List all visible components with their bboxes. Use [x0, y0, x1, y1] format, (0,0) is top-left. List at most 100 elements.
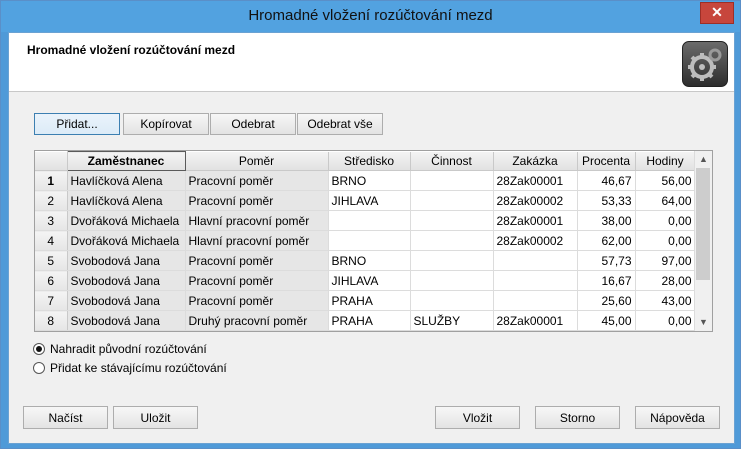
radio-append[interactable] [33, 362, 45, 374]
cell-employee[interactable]: Dvořáková Michaela [67, 210, 186, 231]
cell-employee[interactable]: Havlíčková Alena [67, 190, 186, 211]
row-number[interactable]: 6 [35, 270, 68, 291]
cell-employee[interactable]: Svobodová Jana [67, 290, 186, 311]
cell-order[interactable]: 28Zak00002 [493, 230, 578, 251]
cell-percent[interactable]: 46,67 [577, 170, 636, 191]
option-append[interactable]: Přidat ke stávajícímu rozúčtování [33, 360, 227, 376]
cell-relation[interactable]: Druhý pracovní poměr [185, 310, 329, 331]
cell-activity[interactable] [410, 190, 494, 211]
cell-activity[interactable] [410, 250, 494, 271]
table-row[interactable]: 6 Svobodová Jana Pracovní poměr JIHLAVA 16,6… [35, 270, 696, 291]
cell-employee[interactable]: Svobodová Jana [67, 310, 186, 331]
column-header-relation[interactable]: Poměr [185, 151, 329, 171]
row-number[interactable]: 1 [35, 170, 68, 191]
column-header-hours[interactable]: Hodiny [635, 151, 696, 171]
scroll-down-icon[interactable]: ▼ [695, 314, 712, 331]
cell-hours[interactable]: 0,00 [635, 310, 696, 331]
cell-percent[interactable]: 16,67 [577, 270, 636, 291]
cell-hours[interactable]: 64,00 [635, 190, 696, 211]
copy-button[interactable]: Kopírovat [123, 113, 209, 135]
cell-order[interactable] [493, 290, 578, 311]
cell-activity[interactable] [410, 230, 494, 251]
cell-percent[interactable]: 25,60 [577, 290, 636, 311]
cell-activity[interactable]: SLUŽBY [410, 310, 494, 331]
cell-center[interactable] [328, 210, 411, 231]
cell-hours[interactable]: 28,00 [635, 270, 696, 291]
scrollbar-thumb[interactable] [696, 168, 710, 280]
column-header-activity[interactable]: Činnost [410, 151, 494, 171]
cell-relation[interactable]: Pracovní poměr [185, 170, 329, 191]
row-number[interactable]: 4 [35, 230, 68, 251]
cell-relation[interactable]: Pracovní poměr [185, 270, 329, 291]
cell-percent[interactable]: 57,73 [577, 250, 636, 271]
cell-center[interactable]: PRAHA [328, 290, 411, 311]
scroll-up-icon[interactable]: ▲ [695, 151, 712, 168]
radio-replace[interactable] [33, 343, 45, 355]
close-button[interactable]: ✕ [700, 2, 734, 24]
cell-percent[interactable]: 45,00 [577, 310, 636, 331]
cell-center[interactable]: BRNO [328, 170, 411, 191]
cell-percent[interactable]: 38,00 [577, 210, 636, 231]
cell-center[interactable] [328, 230, 411, 251]
cell-employee[interactable]: Svobodová Jana [67, 270, 186, 291]
table-row[interactable]: 5 Svobodová Jana Pracovní poměr BRNO 57,73 97… [35, 250, 696, 271]
row-number[interactable]: 8 [35, 310, 68, 331]
cell-order[interactable]: 28Zak00001 [493, 170, 578, 191]
cell-relation[interactable]: Pracovní poměr [185, 190, 329, 211]
title-bar[interactable]: Hromadné vložení rozúčtování mezd ✕ [1, 1, 740, 32]
cell-order[interactable]: 28Zak00002 [493, 190, 578, 211]
cell-relation[interactable]: Hlavní pracovní poměr [185, 210, 329, 231]
cell-order[interactable]: 28Zak00001 [493, 210, 578, 231]
cell-activity[interactable] [410, 170, 494, 191]
cell-center[interactable]: JIHLAVA [328, 270, 411, 291]
cell-percent[interactable]: 53,33 [577, 190, 636, 211]
cell-center[interactable]: JIHLAVA [328, 190, 411, 211]
grid-header-row: Zaměstnanec Poměr Středisko Činnost Zaká… [35, 151, 696, 171]
column-header-center[interactable]: Středisko [328, 151, 411, 171]
remove-button[interactable]: Odebrat [210, 113, 296, 135]
cell-hours[interactable]: 43,00 [635, 290, 696, 311]
cell-employee[interactable]: Svobodová Jana [67, 250, 186, 271]
cell-order[interactable]: 28Zak00001 [493, 310, 578, 331]
table-row[interactable]: 3 Dvořáková Michaela Hlavní pracovní poměr… [35, 210, 696, 231]
cell-hours[interactable]: 0,00 [635, 230, 696, 251]
row-number[interactable]: 3 [35, 210, 68, 231]
cell-relation[interactable]: Hlavní pracovní poměr [185, 230, 329, 251]
save-button[interactable]: Uložit [113, 406, 198, 429]
table-row[interactable]: 2 Havlíčková Alena Pracovní poměr JIHLAVA 28… [35, 190, 696, 211]
add-button[interactable]: Přidat... [34, 113, 120, 135]
table-row[interactable]: 4 Dvořáková Michaela Hlavní pracovní poměr… [35, 230, 696, 251]
cell-employee[interactable]: Dvořáková Michaela [67, 230, 186, 251]
table-row[interactable]: 7 Svobodová Jana Pracovní poměr PRAHA 25,60 4… [35, 290, 696, 311]
table-row[interactable]: 1 Havlíčková Alena Pracovní poměr BRNO 28Zak… [35, 170, 696, 191]
load-button[interactable]: Načíst [23, 406, 108, 429]
insert-button[interactable]: Vložit [435, 406, 520, 429]
column-header-order[interactable]: Zakázka [493, 151, 578, 171]
table-row[interactable]: 8 Svobodová Jana Druhý pracovní poměr PRAHA… [35, 310, 696, 331]
cell-center[interactable]: PRAHA [328, 310, 411, 331]
cell-activity[interactable] [410, 210, 494, 231]
vertical-scrollbar[interactable]: ▲ ▼ [694, 151, 712, 331]
cell-activity[interactable] [410, 270, 494, 291]
cell-hours[interactable]: 97,00 [635, 250, 696, 271]
remove-all-button[interactable]: Odebrat vše [297, 113, 383, 135]
column-header-percent[interactable]: Procenta [577, 151, 636, 171]
cell-order[interactable] [493, 270, 578, 291]
cell-relation[interactable]: Pracovní poměr [185, 250, 329, 271]
cell-hours[interactable]: 0,00 [635, 210, 696, 231]
row-number[interactable]: 5 [35, 250, 68, 271]
allocation-grid[interactable]: Zaměstnanec Poměr Středisko Činnost Zaká… [34, 150, 713, 332]
cell-activity[interactable] [410, 290, 494, 311]
help-button[interactable]: Nápověda [635, 406, 720, 429]
column-header-employee[interactable]: Zaměstnanec [66, 151, 186, 171]
cell-center[interactable]: BRNO [328, 250, 411, 271]
cell-employee[interactable]: Havlíčková Alena [67, 170, 186, 191]
cell-relation[interactable]: Pracovní poměr [185, 290, 329, 311]
cell-hours[interactable]: 56,00 [635, 170, 696, 191]
option-replace[interactable]: Nahradit původní rozúčtování [33, 341, 207, 357]
cell-order[interactable] [493, 250, 578, 271]
cell-percent[interactable]: 62,00 [577, 230, 636, 251]
cancel-button[interactable]: Storno [535, 406, 620, 429]
row-number[interactable]: 2 [35, 190, 68, 211]
row-number[interactable]: 7 [35, 290, 68, 311]
